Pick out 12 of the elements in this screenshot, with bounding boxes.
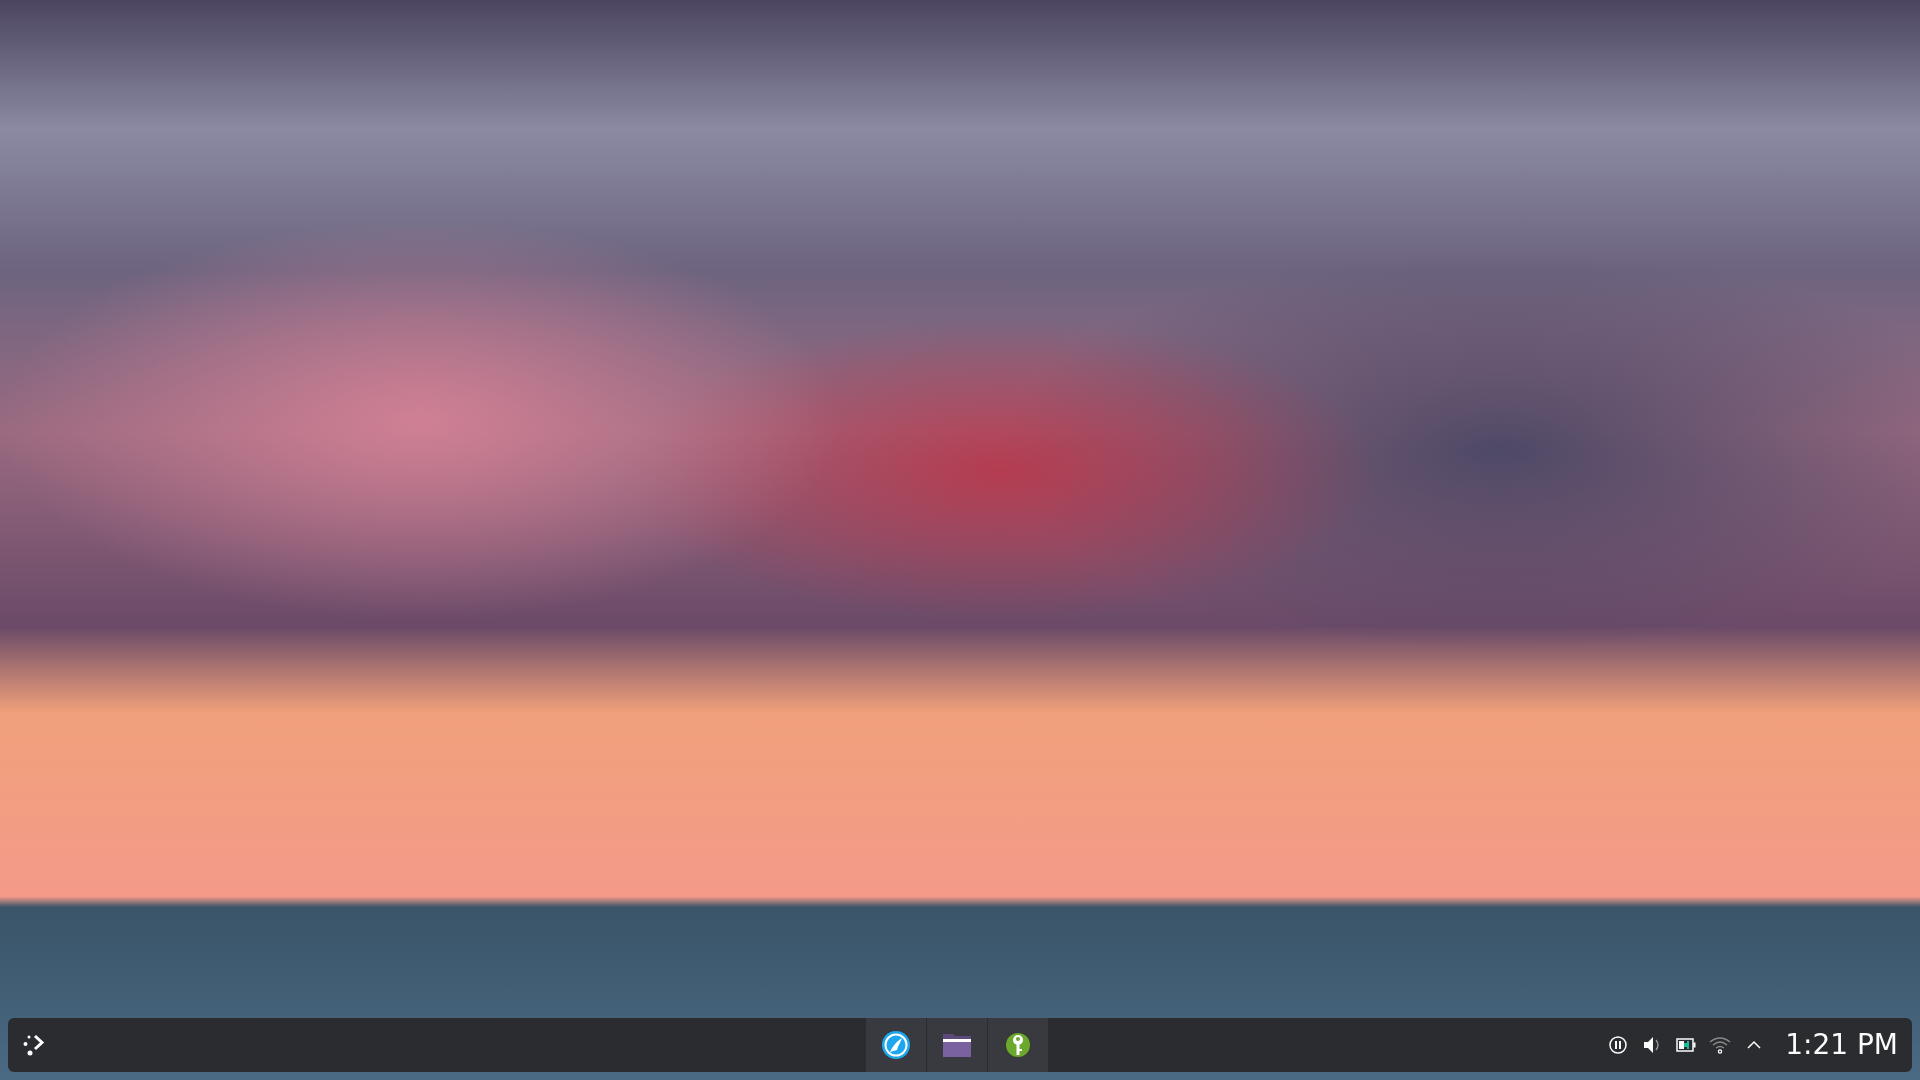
speaker-icon (1643, 1036, 1662, 1054)
task-button[interactable] (927, 1018, 987, 1072)
chevron-up-icon (1747, 1040, 1762, 1050)
battery-icon (1676, 1038, 1697, 1052)
task-button[interactable] (988, 1018, 1048, 1072)
clock[interactable]: 1:21 PM (1785, 1024, 1898, 1066)
launcher-icon (23, 1033, 47, 1057)
key-icon (1003, 1030, 1033, 1060)
folder-icon (942, 1032, 972, 1058)
pause-icon (1609, 1036, 1628, 1054)
wifi-icon (1709, 1036, 1732, 1054)
task-button[interactable] (866, 1018, 926, 1072)
